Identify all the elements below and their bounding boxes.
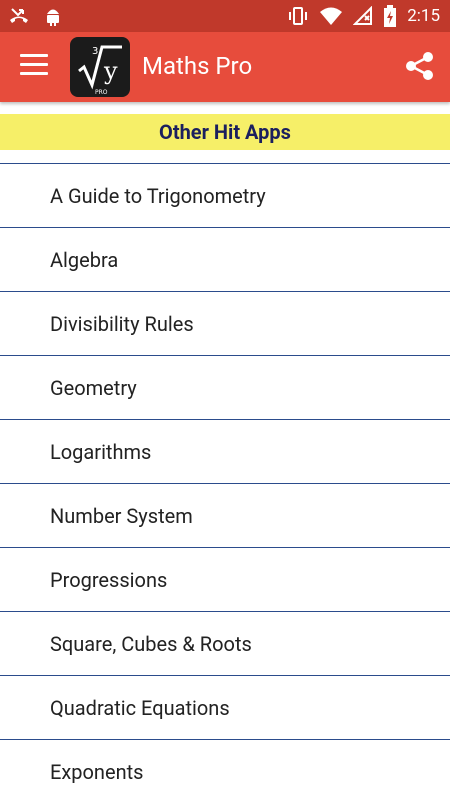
list-item-quadratic-equations[interactable]: Quadratic Equations <box>0 676 450 740</box>
divider <box>0 150 450 164</box>
content-list[interactable]: Other Hit Apps A Guide to Trigonometry A… <box>0 102 450 800</box>
status-bar: 2:15 <box>0 0 450 32</box>
list-item-exponents[interactable]: Exponents <box>0 740 450 800</box>
status-time: 2:15 <box>407 6 440 26</box>
battery-charging-icon <box>383 5 397 27</box>
hamburger-menu-icon[interactable] <box>20 54 48 78</box>
list-item-logarithms[interactable]: Logarithms <box>0 420 450 484</box>
wifi-icon <box>319 6 343 26</box>
app-logo: 3 y PRO <box>70 37 130 97</box>
app-bar: 3 y PRO Maths Pro <box>0 32 450 102</box>
share-icon[interactable] <box>404 50 436 82</box>
logo-pro-text: PRO <box>95 89 108 96</box>
list-item-geometry[interactable]: Geometry <box>0 356 450 420</box>
vibrate-icon <box>287 6 309 26</box>
list-item-square-cubes-roots[interactable]: Square, Cubes & Roots <box>0 612 450 676</box>
list-item-progressions[interactable]: Progressions <box>0 548 450 612</box>
logo-root-index: 3 <box>92 46 98 57</box>
status-right: 2:15 <box>287 5 440 27</box>
status-left <box>8 6 62 26</box>
list-item-algebra[interactable]: Algebra <box>0 228 450 292</box>
section-header: Other Hit Apps <box>0 114 450 150</box>
missed-call-icon <box>8 6 30 26</box>
list-item-divisibility-rules[interactable]: Divisibility Rules <box>0 292 450 356</box>
list-item-trigonometry[interactable]: A Guide to Trigonometry <box>0 164 450 228</box>
list-item-number-system[interactable]: Number System <box>0 484 450 548</box>
no-sim-icon <box>353 6 373 26</box>
logo-variable: y <box>103 57 118 85</box>
partial-list-item <box>0 102 450 113</box>
android-icon <box>44 6 62 26</box>
app-title: Maths Pro <box>142 52 253 80</box>
